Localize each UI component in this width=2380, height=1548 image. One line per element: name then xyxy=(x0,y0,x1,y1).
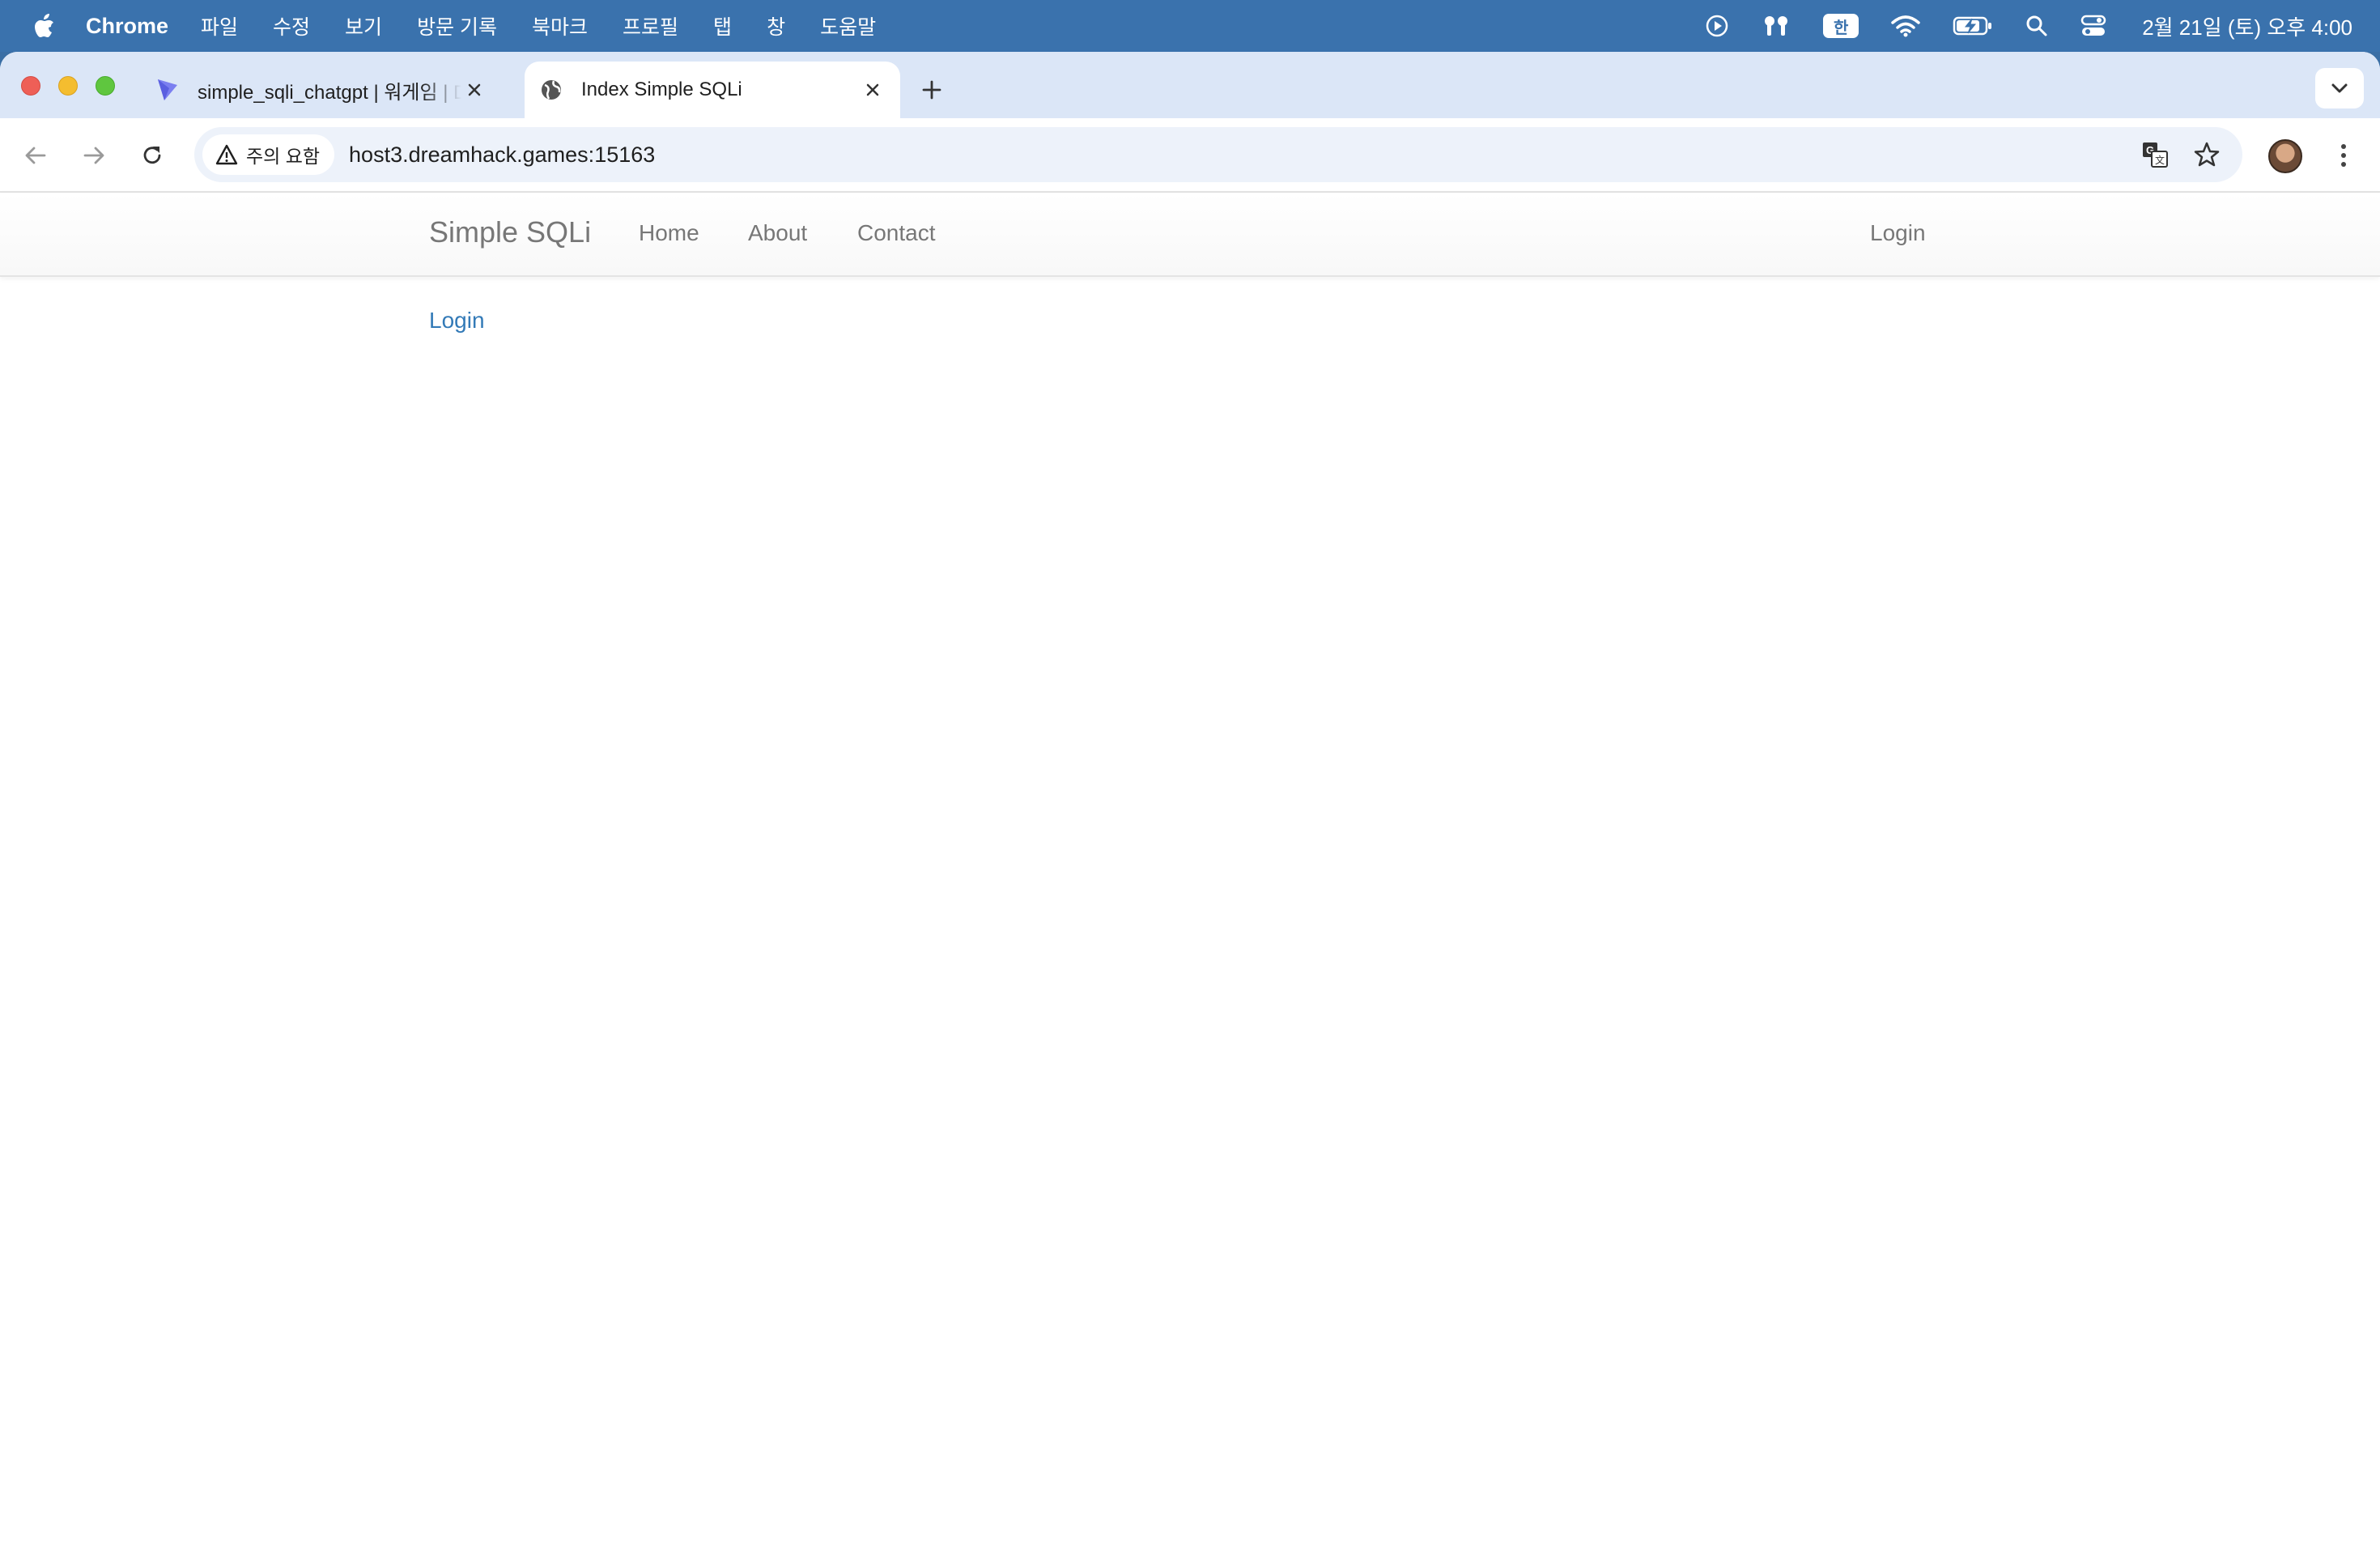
tab-title: simple_sqli_chatgpt | 워게임 | Dreamhack xyxy=(198,81,461,104)
menu-history[interactable]: 방문 기록 xyxy=(417,11,497,40)
spotlight-search-icon[interactable] xyxy=(2025,15,2048,37)
battery-charging-icon[interactable] xyxy=(1953,15,1993,36)
chevron-down-icon xyxy=(2331,83,2348,93)
security-label: 주의 요함 xyxy=(246,146,321,167)
reload-icon xyxy=(143,147,161,164)
nav-contact-link[interactable]: Contact xyxy=(857,220,936,246)
site-brand[interactable]: Simple SQLi xyxy=(429,215,591,249)
globe-icon xyxy=(538,76,565,104)
play-circle-icon[interactable] xyxy=(1705,14,1729,38)
wifi-icon[interactable] xyxy=(1891,15,1920,37)
macos-menubar: Chrome 파일 수정 보기 방문 기록 북마크 프로필 탭 창 도움말 한 … xyxy=(0,0,2380,52)
bookmark-star-icon[interactable] xyxy=(2191,138,2223,171)
site-navbar: Simple SQLi Home About Contact Login xyxy=(0,193,2380,277)
translate-icon[interactable]: G文 xyxy=(2139,138,2171,171)
menu-profiles[interactable]: 프로필 xyxy=(623,11,678,40)
menu-help[interactable]: 도움말 xyxy=(820,11,876,40)
nav-login-link[interactable]: Login xyxy=(1870,220,1926,246)
close-tab-icon[interactable] xyxy=(461,77,487,103)
url-text[interactable]: host3.dreamhack.games:15163 xyxy=(349,142,655,168)
profile-avatar[interactable] xyxy=(2268,139,2302,173)
menubar-clock[interactable]: 2월 21일 (토) 오후 4:00 xyxy=(2142,11,2352,41)
zoom-window-button[interactable] xyxy=(96,76,115,96)
tab-search-button[interactable] xyxy=(2315,68,2364,108)
browser-menu-icon[interactable] xyxy=(2331,139,2356,172)
menu-edit[interactable]: 수정 xyxy=(273,11,310,40)
security-chip[interactable]: 주의 요함 xyxy=(202,134,335,175)
dreamhack-logo-icon xyxy=(154,76,181,104)
apple-menu-icon[interactable] xyxy=(32,13,55,39)
menu-tab[interactable]: 탭 xyxy=(713,11,732,40)
window-controls xyxy=(21,76,133,96)
input-source-badge[interactable]: 한 xyxy=(1823,14,1859,38)
reload-button[interactable] xyxy=(136,139,168,172)
menu-bookmarks[interactable]: 북마크 xyxy=(532,11,588,40)
airpods-icon[interactable] xyxy=(1762,14,1791,38)
back-button[interactable] xyxy=(19,139,52,172)
nav-about-link[interactable]: About xyxy=(748,220,807,246)
forward-button[interactable] xyxy=(78,139,110,172)
close-tab-icon[interactable] xyxy=(860,77,886,103)
address-bar[interactable]: 주의 요함 host3.dreamhack.games:15163 G文 xyxy=(194,127,2242,182)
browser-toolbar: 주의 요함 host3.dreamhack.games:15163 G文 xyxy=(0,118,2380,193)
close-window-button[interactable] xyxy=(21,76,40,96)
browser-window: simple_sqli_chatgpt | 워게임 | Dreamhack In… xyxy=(0,52,2380,1548)
arrow-right-icon xyxy=(83,147,104,164)
tab-title: Index Simple SQLi xyxy=(581,79,742,100)
login-link[interactable]: Login xyxy=(429,308,485,334)
menu-app-name[interactable]: Chrome xyxy=(86,14,168,39)
web-page: Simple SQLi Home About Contact Login Log… xyxy=(0,193,2380,1548)
tab-strip: simple_sqli_chatgpt | 워게임 | Dreamhack In… xyxy=(0,52,2380,118)
warning-triangle-icon xyxy=(215,144,238,165)
menu-view[interactable]: 보기 xyxy=(345,11,382,40)
tab-simple-sqli[interactable]: Index Simple SQLi xyxy=(525,62,900,118)
tab-dreamhack[interactable]: simple_sqli_chatgpt | 워게임 | Dreamhack xyxy=(146,62,502,118)
minimize-window-button[interactable] xyxy=(58,76,78,96)
control-center-icon[interactable] xyxy=(2080,15,2106,37)
menu-window[interactable]: 창 xyxy=(767,11,785,40)
nav-home-link[interactable]: Home xyxy=(639,220,699,246)
menu-file[interactable]: 파일 xyxy=(201,11,238,40)
svg-text:文: 文 xyxy=(2155,154,2165,166)
new-tab-button[interactable] xyxy=(918,76,946,104)
arrow-left-icon xyxy=(25,147,46,164)
